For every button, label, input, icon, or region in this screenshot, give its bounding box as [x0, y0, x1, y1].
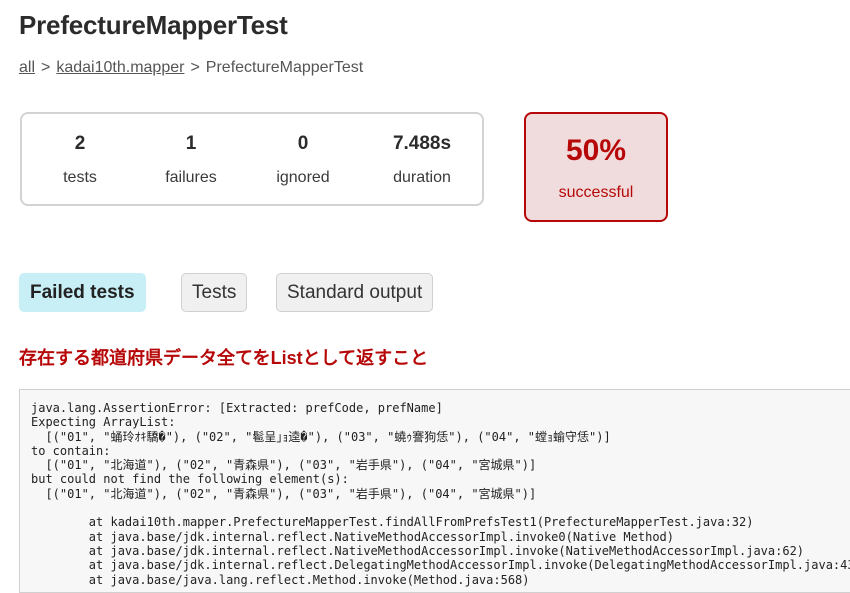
duration-value: 7.488s	[392, 133, 452, 154]
breadcrumb-current: PrefectureMapperTest	[205, 59, 364, 76]
stacktrace-panel[interactable]: java.lang.AssertionError: [Extracted: pr…	[19, 389, 850, 593]
tab-standard-output[interactable]: Standard output	[276, 273, 434, 312]
success-rate-box: 50% successful	[524, 112, 668, 222]
tab-failed-tests[interactable]: Failed tests	[19, 273, 146, 312]
breadcrumb-separator: >	[41, 59, 51, 76]
stacktrace-text: java.lang.AssertionError: [Extracted: pr…	[31, 401, 850, 587]
ignored-label: ignored	[276, 169, 330, 186]
failures-label: failures	[165, 169, 217, 186]
duration-label: duration	[393, 169, 451, 186]
tab-tests[interactable]: Tests	[181, 273, 248, 312]
success-percent: 50%	[565, 134, 627, 167]
breadcrumb-link-package[interactable]: kadai10th.mapper	[56, 59, 184, 76]
failed-test-name: 存在する都道府県データ全てをListとして返すこと	[19, 348, 429, 368]
success-label: successful	[558, 184, 634, 201]
tests-count: 2	[74, 133, 86, 154]
tests-label: tests	[63, 169, 97, 186]
breadcrumb: all > kadai10th.mapper > PrefectureMapperTes…	[19, 59, 363, 77]
page-title: PrefectureMapperTest	[19, 10, 288, 40]
failures-count: 1	[185, 133, 197, 154]
breadcrumb-link-all[interactable]: all	[19, 59, 35, 76]
ignored-count: 0	[297, 133, 309, 154]
breadcrumb-separator: >	[190, 59, 200, 76]
summary-box: 2 tests 1 failures 0 ignored 7.488s dura…	[20, 112, 484, 206]
test-report-page: PrefectureMapperTest all > kadai10th.mappe…	[0, 0, 850, 593]
